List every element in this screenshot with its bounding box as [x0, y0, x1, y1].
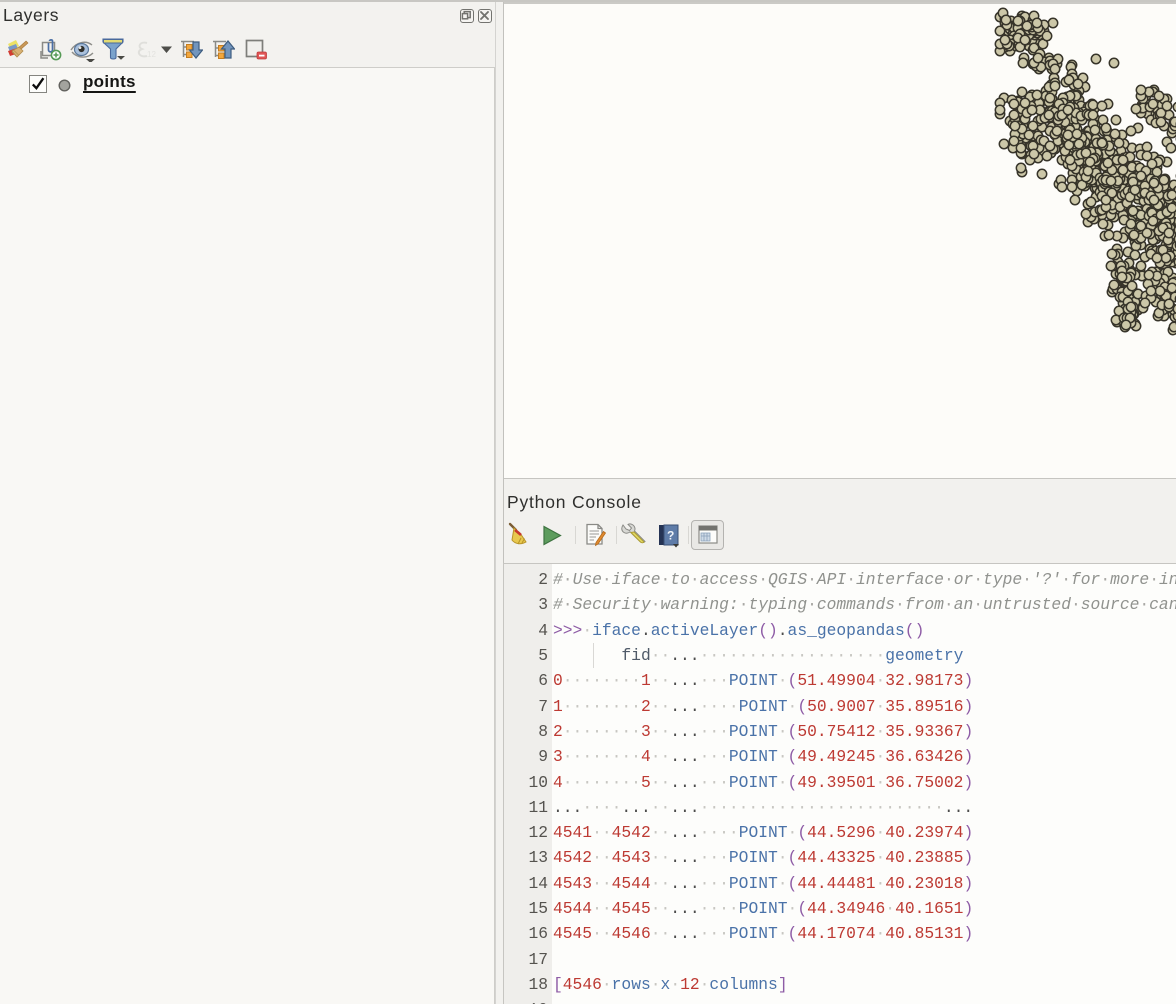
svg-text:12: 12 — [147, 50, 156, 59]
svg-text:?: ? — [667, 529, 674, 543]
